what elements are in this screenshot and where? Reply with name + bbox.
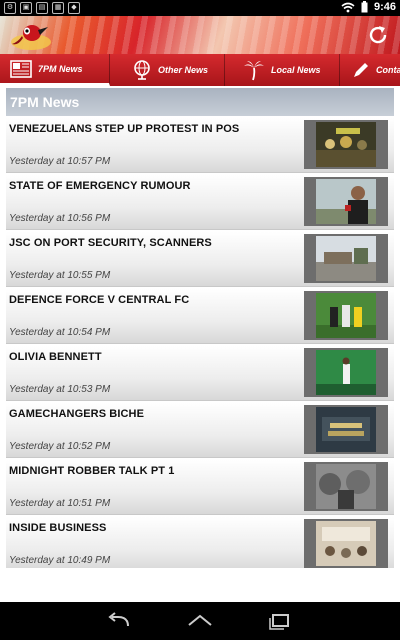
news-item[interactable]: DEFENCE FORCE V CENTRAL FC Yesterday at … bbox=[6, 289, 394, 344]
system-nav-bar bbox=[0, 602, 400, 640]
news-thumbnail bbox=[304, 405, 388, 454]
tab-label: 7PM News bbox=[38, 63, 83, 74]
tab-label: Conta bbox=[376, 65, 400, 75]
recent-apps-icon[interactable] bbox=[266, 611, 294, 631]
home-icon[interactable] bbox=[186, 611, 214, 631]
news-time: Yesterday at 10:56 PM bbox=[9, 213, 111, 224]
news-time: Yesterday at 10:55 PM bbox=[9, 270, 111, 281]
thumbnail-image bbox=[316, 350, 376, 395]
thumbnail-image bbox=[316, 293, 376, 338]
news-item[interactable]: INSIDE BUSINESS Yesterday at 10:49 PM bbox=[6, 517, 394, 568]
globe-icon bbox=[134, 60, 150, 80]
news-time: Yesterday at 10:49 PM bbox=[9, 555, 111, 566]
news-time: Yesterday at 10:54 PM bbox=[9, 327, 111, 338]
news-time: Yesterday at 10:52 PM bbox=[9, 441, 111, 452]
news-thumbnail bbox=[304, 291, 388, 340]
news-time: Yesterday at 10:51 PM bbox=[9, 498, 111, 509]
news-item[interactable]: OLIVIA BENNETT Yesterday at 10:53 PM bbox=[6, 346, 394, 401]
clock-time: 9:46 bbox=[373, 1, 396, 13]
news-thumbnail bbox=[304, 177, 388, 226]
cog-icon: ⚙ bbox=[4, 2, 16, 14]
news-thumbnail bbox=[304, 462, 388, 511]
news-item[interactable]: JSC ON PORT SECURITY, SCANNERS Yesterday… bbox=[6, 232, 394, 287]
shield-icon: ◆ bbox=[68, 2, 80, 14]
news-title: INSIDE BUSINESS bbox=[9, 522, 107, 534]
news-thumbnail bbox=[304, 120, 388, 169]
thumbnail-image bbox=[316, 179, 376, 224]
tab-other-news[interactable]: Other News bbox=[110, 54, 225, 86]
tab-local-news[interactable]: Local News bbox=[225, 54, 340, 86]
news-time: Yesterday at 10:57 PM bbox=[9, 156, 111, 167]
calendar-icon: ▦ bbox=[52, 2, 64, 14]
news-title: OLIVIA BENNETT bbox=[9, 351, 102, 363]
tab-contact[interactable]: Conta bbox=[340, 54, 400, 86]
refresh-button[interactable] bbox=[366, 23, 390, 47]
news-thumbnail bbox=[304, 348, 388, 397]
news-title: VENEZUELANS STEP UP PROTEST IN POS bbox=[9, 123, 240, 135]
thumbnail-image bbox=[316, 521, 376, 566]
wifi-icon bbox=[341, 2, 355, 12]
thumbnail-image bbox=[316, 236, 376, 281]
tab-label: Local News bbox=[271, 65, 321, 75]
palm-tree-icon bbox=[244, 61, 264, 81]
news-title: GAMECHANGERS BICHE bbox=[9, 408, 145, 420]
system-icons: 9:46 bbox=[341, 1, 396, 13]
battery-icon bbox=[361, 1, 368, 13]
tab-7pm-news[interactable]: 7PM News bbox=[0, 54, 110, 86]
sim-icon: ▤ bbox=[36, 2, 48, 14]
news-thumbnail bbox=[304, 519, 388, 568]
news-time: Yesterday at 10:53 PM bbox=[9, 384, 111, 395]
tab-label: Other News bbox=[158, 65, 209, 75]
photo-icon: ▣ bbox=[20, 2, 32, 14]
news-thumbnail bbox=[304, 234, 388, 283]
news-list-panel: 7PM News VENEZUELANS STEP UP PROTEST IN … bbox=[0, 86, 400, 568]
bottom-white-bar bbox=[0, 568, 400, 602]
pencil-icon bbox=[354, 63, 368, 77]
notification-icons: ⚙ ▣ ▤ ▦ ◆ bbox=[4, 2, 80, 14]
news-item[interactable]: STATE OF EMERGENCY RUMOUR Yesterday at 1… bbox=[6, 175, 394, 230]
thumbnail-image bbox=[316, 407, 376, 452]
bird-logo-icon bbox=[11, 25, 51, 50]
app-header bbox=[0, 16, 400, 54]
news-title: JSC ON PORT SECURITY, SCANNERS bbox=[9, 237, 212, 249]
news-item[interactable]: GAMECHANGERS BICHE Yesterday at 10:52 PM bbox=[6, 403, 394, 458]
news-title: STATE OF EMERGENCY RUMOUR bbox=[9, 180, 191, 192]
status-bar: ⚙ ▣ ▤ ▦ ◆ 9:46 bbox=[0, 0, 400, 16]
news-title: DEFENCE FORCE V CENTRAL FC bbox=[9, 294, 190, 306]
back-icon[interactable] bbox=[106, 611, 134, 631]
newspaper-icon bbox=[10, 59, 32, 78]
news-item[interactable]: VENEZUELANS STEP UP PROTEST IN POS Yeste… bbox=[6, 118, 394, 173]
tab-bar: 7PM News Other News Local News Conta bbox=[0, 54, 400, 86]
news-title: MIDNIGHT ROBBER TALK PT 1 bbox=[9, 465, 175, 477]
section-title: 7PM News bbox=[6, 88, 394, 116]
news-item[interactable]: MIDNIGHT ROBBER TALK PT 1 Yesterday at 1… bbox=[6, 460, 394, 515]
thumbnail-image bbox=[316, 464, 376, 509]
thumbnail-image bbox=[316, 122, 376, 167]
